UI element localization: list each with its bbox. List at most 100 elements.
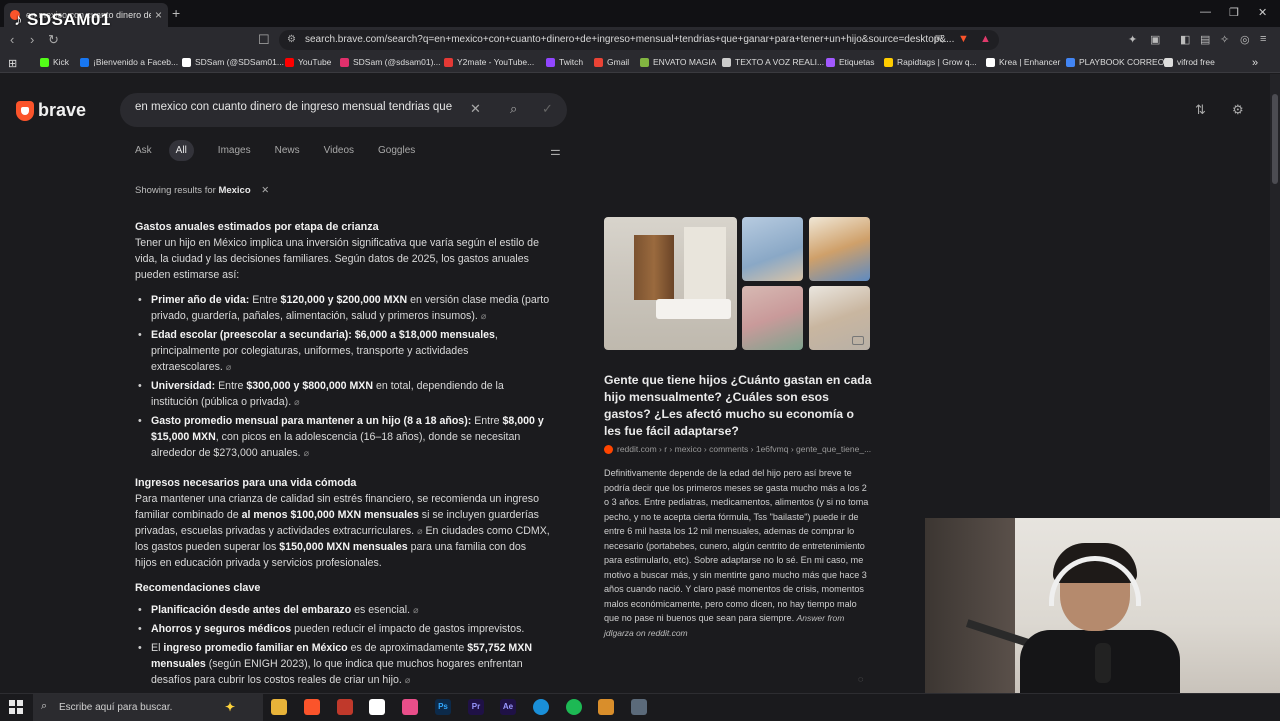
app-icon[interactable] <box>598 699 614 715</box>
clear-icon[interactable]: ✕ <box>470 101 481 117</box>
result-image-main[interactable] <box>604 217 737 350</box>
back-icon[interactable]: ‹ <box>10 32 14 47</box>
new-tab-icon[interactable]: + <box>172 5 180 21</box>
section-title: Ingresos necesarios para una vida cómoda <box>135 477 357 489</box>
site-info-icon[interactable]: ⚙ <box>287 34 296 45</box>
share-icon[interactable]: ⇱ <box>935 33 944 46</box>
bookmark-item[interactable]: Kick <box>40 57 69 67</box>
bookmark-item[interactable]: TEXTO A VOZ REALI... <box>722 57 824 67</box>
wallet-icon[interactable]: ▤ <box>1200 33 1210 46</box>
tab-news[interactable]: News <box>275 145 300 156</box>
url-text: search.brave.com/search?q=en+mexico+con+… <box>305 34 955 45</box>
search-input[interactable] <box>135 101 453 113</box>
brave-lion-icon <box>16 100 34 121</box>
brave-logo[interactable]: brave <box>16 100 86 121</box>
clear-region-icon[interactable]: ✕ <box>261 185 269 196</box>
link-icon[interactable]: ⌀ <box>226 362 231 372</box>
sparkle-icon[interactable]: ✦ <box>222 699 238 715</box>
extensions-icon[interactable]: ✦ <box>1128 33 1137 46</box>
brave-rewards-icon[interactable]: ▲ <box>980 33 991 45</box>
app-icon[interactable] <box>337 699 353 715</box>
tab-videos[interactable]: Videos <box>324 145 354 156</box>
brave-shields-icon[interactable]: ▼ <box>958 33 969 45</box>
link-icon[interactable]: ⌀ <box>413 605 418 615</box>
vpn-icon[interactable]: ◎ <box>1240 33 1250 46</box>
sort-icon[interactable]: ⇅ <box>1195 102 1206 118</box>
check-icon[interactable]: ✓ <box>542 101 553 117</box>
bookmark-item[interactable]: PLAYBOOK CORREO <box>1066 57 1164 67</box>
result-image-thumb[interactable] <box>742 286 803 350</box>
bookmark-item[interactable]: ENVATO MAGIA <box>640 57 716 67</box>
reddit-icon <box>604 444 613 454</box>
after-effects-icon[interactable]: Ae <box>500 699 516 715</box>
bookmark-item[interactable]: YouTube <box>285 57 331 67</box>
result-image-thumb[interactable] <box>809 217 870 281</box>
link-icon[interactable]: ⌀ <box>405 675 410 685</box>
sidebar-icon[interactable]: ◧ <box>1180 33 1190 46</box>
bookmark-icon[interactable]: ☐ <box>258 32 270 48</box>
edge-icon[interactable] <box>533 699 549 715</box>
bookmark-item[interactable]: ¡Bienvenido a Faceb... <box>80 57 178 67</box>
link-icon[interactable]: ⌀ <box>481 311 486 321</box>
restore-icon[interactable]: ❐ <box>1229 6 1239 19</box>
close-tab-icon[interactable]: × <box>155 8 162 22</box>
apps-icon[interactable]: ⊞ <box>8 57 17 70</box>
link-icon[interactable]: ⌀ <box>304 448 309 458</box>
list-item: Edad escolar (preescolar a secundaria): … <box>135 327 550 375</box>
snippet-text: Definitivamente depende de la edad del h… <box>604 468 869 623</box>
bookmark-item[interactable]: Krea | Enhancer <box>986 57 1060 67</box>
ai-answer: Gastos anuales estimados por etapa de cr… <box>135 219 550 702</box>
premiere-icon[interactable]: Pr <box>468 699 484 715</box>
search-icon[interactable]: ⌕ <box>510 101 517 117</box>
result-title[interactable]: Gente que tiene hijos ¿Cuánto gastan en … <box>604 372 874 440</box>
bookmark-item[interactable]: vifrod free <box>1164 57 1215 67</box>
tab-all[interactable]: All <box>168 140 194 161</box>
result-image-thumb[interactable] <box>742 217 803 281</box>
settings-gear-icon[interactable]: ⚙ <box>1232 102 1244 118</box>
list-item: Ahorros y seguros médicos pueden reducir… <box>135 621 550 637</box>
link-icon[interactable]: ⌀ <box>294 397 299 407</box>
bookmark-item[interactable]: Gmail <box>594 57 629 67</box>
bookmark-item[interactable]: SDSam (@SDSam01... <box>182 57 284 67</box>
search-box: ✕ ⌕ ✓ <box>120 93 567 127</box>
leo-ai-icon[interactable]: ✧ <box>1220 33 1229 46</box>
bookmark-item[interactable]: Etiquetas <box>826 57 874 67</box>
more-icon[interactable]: ◌ <box>858 674 863 684</box>
forward-icon[interactable]: › <box>30 32 34 47</box>
taskbar-search-text: Escribe aquí para buscar. <box>59 702 173 713</box>
list-item: Gasto promedio mensual para mantener a u… <box>135 413 550 461</box>
bookmark-item[interactable]: Twitch <box>546 57 583 67</box>
minimize-icon[interactable]: — <box>1200 6 1211 18</box>
microphone-icon <box>1095 643 1111 683</box>
bookmark-item[interactable]: Y2mate - YouTube... <box>444 57 534 67</box>
close-window-icon[interactable]: ✕ <box>1258 6 1267 19</box>
file-explorer-icon[interactable] <box>271 699 287 715</box>
capcut-icon[interactable] <box>369 699 385 715</box>
result-source[interactable]: reddit.com › r › mexico › comments › 1e6… <box>604 444 871 454</box>
tab-ask[interactable]: Ask <box>135 145 152 156</box>
bookmark-item[interactable]: SDSam (@sdsam01)... <box>340 57 441 67</box>
section-paragraph: Para mantener una crianza de calidad sin… <box>135 493 550 569</box>
webcam-overlay <box>925 518 1280 693</box>
recommendations-list: Planificación desde antes del embarazo e… <box>135 602 550 688</box>
result-image-thumb[interactable] <box>809 286 870 350</box>
photoshop-icon[interactable]: Ps <box>435 699 451 715</box>
tab-images[interactable]: Images <box>218 145 251 156</box>
spotify-icon[interactable] <box>566 699 582 715</box>
address-toolbar: ‹ › ↻ ☐ ⚙ search.brave.com/search?q=en+m… <box>0 27 1280 53</box>
windows-start-icon[interactable] <box>9 700 23 714</box>
brave-app-icon[interactable] <box>304 699 320 715</box>
app-icon[interactable] <box>402 699 418 715</box>
more-bookmarks-icon[interactable]: » <box>1252 57 1258 69</box>
filters-icon[interactable]: ⚌ <box>550 144 561 158</box>
reload-icon[interactable]: ↻ <box>48 32 59 48</box>
media-icon[interactable]: ▣ <box>1150 33 1160 46</box>
bookmark-item[interactable]: Rapidtags | Grow q... <box>884 57 977 67</box>
menu-icon[interactable]: ≡ <box>1260 33 1266 45</box>
brand-text: brave <box>38 100 87 120</box>
calculator-icon[interactable] <box>631 699 647 715</box>
url-bar[interactable]: ⚙ search.brave.com/search?q=en+mexico+co… <box>279 30 999 50</box>
section-intro: Tener un hijo en México implica una inve… <box>135 237 539 281</box>
windows-taskbar: ⌕ Escribe aquí para buscar. ✦ Ps Pr Ae <box>0 693 1280 721</box>
tab-goggles[interactable]: Goggles <box>378 145 415 156</box>
